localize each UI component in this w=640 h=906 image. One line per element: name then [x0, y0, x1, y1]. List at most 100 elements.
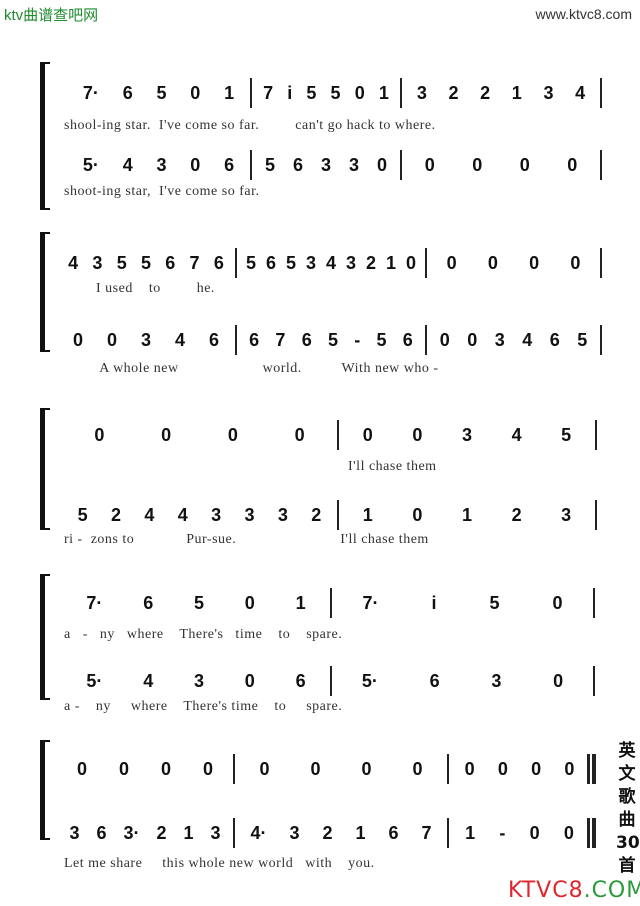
measure: 7· i 5 0 [336, 590, 589, 616]
note: 0 [106, 329, 117, 350]
note: 0 [553, 670, 564, 691]
note: 0 [529, 822, 540, 843]
note: 0 [439, 329, 450, 350]
note: - [354, 329, 361, 350]
note: 6 [96, 822, 107, 843]
note: 1 [295, 592, 306, 613]
barline [600, 325, 602, 355]
note: 1 [378, 82, 389, 103]
note: 5 [306, 82, 317, 103]
note: 3 [289, 822, 300, 843]
note: 7 [189, 252, 200, 273]
barline [400, 78, 402, 108]
note: 7 [263, 82, 274, 103]
barline [600, 248, 602, 278]
note: 0 [118, 758, 129, 779]
note: 0 [244, 592, 255, 613]
note: 0 [464, 758, 475, 779]
measure: 322134 [406, 80, 596, 106]
note: 5· [82, 154, 99, 175]
note: 3 [416, 82, 427, 103]
barline [330, 588, 332, 618]
note: 1 [224, 82, 235, 103]
note: 0 [72, 329, 83, 350]
note: 5 [156, 82, 167, 103]
note: 0 [567, 154, 578, 175]
note: 0 [227, 424, 238, 445]
note: 4 [575, 82, 586, 103]
note: 0 [424, 154, 435, 175]
note: 0 [412, 758, 423, 779]
measure: 0 0 0 0 [66, 422, 333, 448]
note: 0 [202, 758, 213, 779]
measure: 0 0 0 0 [453, 756, 586, 782]
measure: 0 0 0 0 [406, 152, 596, 178]
note: 1 [465, 822, 476, 843]
footer-logo: KTVC8.COM [508, 878, 640, 903]
barline [595, 420, 597, 450]
measure: 0 0 3 4 6 [61, 327, 231, 353]
measure: 1 - 0 0 [453, 820, 586, 846]
note: 0 [259, 758, 270, 779]
note: 5 [577, 329, 588, 350]
note: 5 [561, 424, 572, 445]
note: - [499, 822, 506, 843]
measure: 56330 [256, 152, 396, 178]
note: 0 [467, 329, 478, 350]
barline [447, 754, 449, 784]
note: 4 [144, 504, 155, 525]
note: 3 [494, 329, 505, 350]
measure: 1 0 1 2 3 [343, 502, 591, 528]
note: 5 [77, 504, 88, 525]
note: 5 [140, 252, 151, 273]
side-caption: 英文歌曲300首 [616, 741, 640, 876]
note: 0 [412, 504, 423, 525]
note: 2 [448, 82, 459, 103]
note: 5 [245, 252, 256, 273]
measure: 565343210 [241, 250, 421, 276]
note: 0 [160, 758, 171, 779]
note: 5 [330, 82, 341, 103]
note: 3 [69, 822, 80, 843]
measure: 5· 6 3 0 [336, 668, 589, 694]
system-bracket [40, 408, 50, 530]
note: 2 [322, 822, 333, 843]
system-bracket [40, 62, 50, 210]
note: 3 [305, 252, 316, 273]
note: 1 [362, 504, 373, 525]
note: 3 [543, 82, 554, 103]
note: 6 [165, 252, 176, 273]
note: 3 [193, 670, 204, 691]
measure: 5· 4 3 0 6 [71, 152, 246, 178]
note: 0 [552, 592, 563, 613]
note: 6 [402, 329, 413, 350]
measure: 3 6 3· 2 1 3 [61, 820, 229, 846]
note: 6 [295, 670, 306, 691]
barline [593, 588, 595, 618]
note: 3 [320, 154, 331, 175]
note: 5 [376, 329, 387, 350]
note: 1 [355, 822, 366, 843]
system-bracket [40, 232, 50, 352]
note: 5 [116, 252, 127, 273]
measure: 4· 3 2 1 6 7 [239, 820, 443, 846]
barline [600, 78, 602, 108]
lyrics-line: A whole new world. With new who - [64, 361, 439, 376]
barline [330, 666, 332, 696]
note: 3 [244, 504, 255, 525]
note: 3 [461, 424, 472, 445]
note: 4 [122, 154, 133, 175]
note: 0 [161, 424, 172, 445]
measure: 6765-56 [241, 327, 421, 353]
note: 2 [111, 504, 122, 525]
note: 0 [76, 758, 87, 779]
note: 6 [208, 329, 219, 350]
note: 3 [491, 670, 502, 691]
note: 0 [531, 758, 542, 779]
note: 2 [480, 82, 491, 103]
note: 0 [487, 252, 498, 273]
note: 0 [563, 822, 574, 843]
note: 0 [310, 758, 321, 779]
barline [337, 500, 339, 530]
site-url: www.ktvc8.com [535, 6, 632, 22]
